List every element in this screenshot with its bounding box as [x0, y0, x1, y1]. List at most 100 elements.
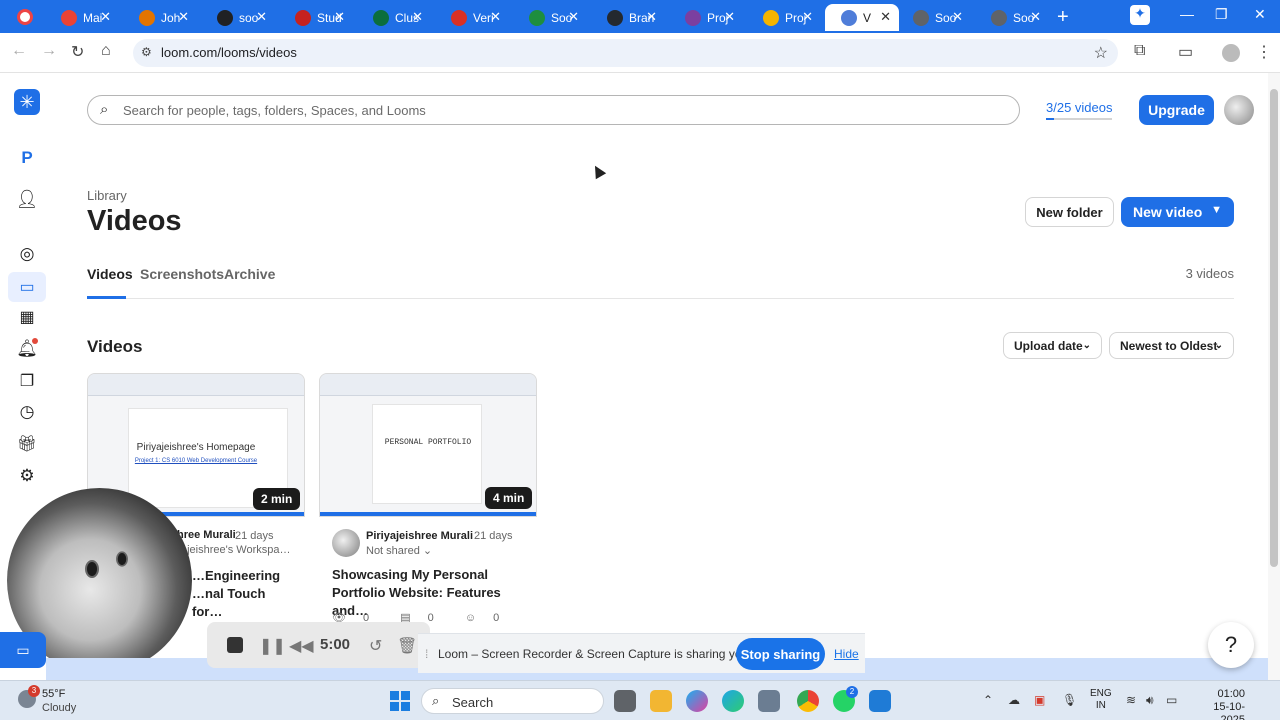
rewind-button[interactable]: ◀◀	[289, 636, 314, 656]
profile-icon[interactable]	[17, 9, 33, 25]
add-user-icon[interactable]: 👤︎	[14, 186, 40, 212]
tab-close-icon[interactable]: ✕	[646, 9, 657, 25]
card-author[interactable]: Piriyajeishree Murali	[366, 530, 473, 542]
copilot-app-icon[interactable]	[686, 690, 708, 712]
clock-icon[interactable]: ◷	[14, 399, 40, 425]
tray-app-icon[interactable]: ▣	[1034, 693, 1045, 707]
calendar-icon[interactable]: ▦	[14, 304, 40, 330]
new-tab-button[interactable]: +	[1057, 6, 1069, 29]
search-bar[interactable]: ⌕	[87, 95, 1020, 125]
tab-close-icon[interactable]: ✕	[952, 9, 963, 25]
scrollbar-thumb[interactable]	[1270, 89, 1278, 567]
browser-tab[interactable]: V ✕	[825, 4, 899, 31]
tab-close-icon[interactable]: ✕	[256, 9, 267, 25]
browser-tab[interactable]: Clus ✕	[357, 4, 431, 31]
back-button[interactable]: ←	[11, 42, 27, 60]
chevron-up-icon[interactable]: ⌃	[983, 693, 993, 707]
stop-sharing-button[interactable]: Stop sharing	[736, 638, 825, 670]
tab-close-icon[interactable]: ✕	[802, 9, 813, 25]
tab-close-icon[interactable]: ✕	[1030, 9, 1041, 25]
bell-icon[interactable]: 🔔︎	[14, 336, 40, 362]
tab-close-icon[interactable]: ✕	[880, 9, 891, 25]
loom-logo-icon[interactable]: ✳	[14, 89, 40, 115]
browser-tab[interactable]: Soo ✕	[897, 4, 971, 31]
upgrade-button[interactable]: Upgrade	[1139, 95, 1214, 125]
reload-button[interactable]: ↻	[71, 42, 84, 62]
gift-icon[interactable]: 🎁︎	[14, 431, 40, 457]
sidebar-icon[interactable]: ▭	[1178, 42, 1193, 62]
onedrive-icon[interactable]: ☁	[1008, 693, 1020, 707]
task-view-icon[interactable]	[614, 690, 636, 712]
system-clock[interactable]: 01:00 15-10-2025	[1195, 688, 1245, 720]
taskbar-search[interactable]: ⌕ Search	[421, 688, 604, 714]
card-share-status[interactable]: Not shared ⌄	[366, 544, 432, 557]
sort-order-select[interactable]: Newest to Oldest ⌄	[1109, 332, 1234, 359]
start-button[interactable]	[390, 691, 410, 711]
tab-close-icon[interactable]: ✕	[412, 9, 423, 25]
battery-icon[interactable]: ▭	[1166, 693, 1177, 707]
author-avatar[interactable]	[332, 529, 360, 557]
bookmark-icon[interactable]: ❐	[14, 368, 40, 394]
card-title[interactable]: …Engineering …nal Touch for…	[192, 567, 292, 621]
profile-icon[interactable]: ◎	[14, 241, 40, 267]
drag-handle-icon[interactable]: ⁞	[425, 647, 428, 661]
bookmark-star-icon[interactable]: ☆	[1094, 43, 1108, 63]
scrollbar[interactable]	[1268, 73, 1280, 680]
address-bar[interactable]: ⚙ loom.com/looms/videos ☆	[133, 39, 1118, 67]
edge-icon[interactable]	[722, 690, 744, 712]
new-video-button[interactable]: New video ▼	[1121, 197, 1234, 227]
camera-app-icon[interactable]	[758, 690, 780, 712]
minimize-button[interactable]: —	[1180, 6, 1194, 22]
tab-close-icon[interactable]: ✕	[568, 9, 579, 25]
tab-close-icon[interactable]: ✕	[100, 9, 111, 25]
browser-menu-icon[interactable]: ⋮	[1256, 42, 1272, 62]
copilot-icon[interactable]: ✦	[1130, 5, 1150, 25]
new-folder-button[interactable]: New folder	[1025, 197, 1114, 227]
forward-button[interactable]: →	[41, 42, 57, 60]
browser-tab[interactable]: Proj ✕	[747, 4, 821, 31]
browser-tab[interactable]: Proj ✕	[669, 4, 743, 31]
microphone-icon[interactable]: 🎙︎	[1062, 693, 1077, 707]
browser-tab[interactable]: Bran ✕	[591, 4, 665, 31]
restart-button[interactable]: ↺	[369, 636, 382, 656]
stop-record-button[interactable]	[227, 637, 243, 653]
browser-tab[interactable]: Joh ✕	[123, 4, 197, 31]
help-button[interactable]: ?	[1208, 622, 1254, 668]
trash-icon[interactable]: 🗑︎	[397, 636, 417, 656]
vscode-icon[interactable]	[869, 690, 891, 712]
wifi-icon[interactable]: ≋	[1126, 693, 1136, 707]
video-card[interactable]: PERSONAL PORTFOLIO 4 min Piriyajeishree …	[319, 373, 537, 633]
library-icon[interactable]: ▭	[8, 272, 46, 302]
file-explorer-icon[interactable]	[650, 690, 672, 712]
workspace-avatar[interactable]: P	[14, 145, 40, 171]
browser-tab[interactable]: Soo ✕	[513, 4, 587, 31]
tab-archive[interactable]: Archive	[224, 266, 275, 282]
tab-close-icon[interactable]: ✕	[490, 9, 501, 25]
browser-tab[interactable]: Veri ✕	[435, 4, 509, 31]
sort-field-select[interactable]: Upload date ⌄	[1003, 332, 1102, 359]
video-quota-link[interactable]: 3/25 videos	[1046, 100, 1113, 120]
chrome-icon[interactable]	[797, 690, 819, 712]
recording-tab-icon[interactable]: ▭	[0, 632, 46, 668]
hide-link[interactable]: Hide	[834, 647, 859, 661]
browser-tab[interactable]: soo ✕	[201, 4, 275, 31]
tab-close-icon[interactable]: ✕	[178, 9, 189, 25]
extensions-icon[interactable]: ⧉	[1134, 42, 1145, 60]
language-indicator[interactable]: ENG IN	[1090, 688, 1112, 712]
tab-videos[interactable]: Videos	[87, 266, 133, 282]
user-avatar[interactable]	[1224, 95, 1254, 125]
gear-icon[interactable]: ⚙	[14, 463, 40, 489]
pause-button[interactable]: ❚❚	[259, 636, 286, 656]
browser-tab[interactable]: Stud ✕	[279, 4, 353, 31]
search-input[interactable]	[123, 100, 1003, 120]
close-window-button[interactable]: ✕	[1254, 6, 1266, 23]
browser-tab[interactable]: Mai ✕	[45, 4, 119, 31]
maximize-button[interactable]: ❐	[1215, 6, 1228, 23]
tab-close-icon[interactable]: ✕	[724, 9, 735, 25]
volume-icon[interactable]: 🔊︎	[1146, 693, 1154, 708]
home-button[interactable]: ⌂	[101, 42, 111, 60]
browser-tab[interactable]: Soo ✕	[975, 4, 1049, 31]
breadcrumb[interactable]: Library	[87, 188, 127, 203]
browser-profile-icon[interactable]	[1222, 44, 1240, 62]
site-info-icon[interactable]: ⚙	[141, 45, 152, 59]
